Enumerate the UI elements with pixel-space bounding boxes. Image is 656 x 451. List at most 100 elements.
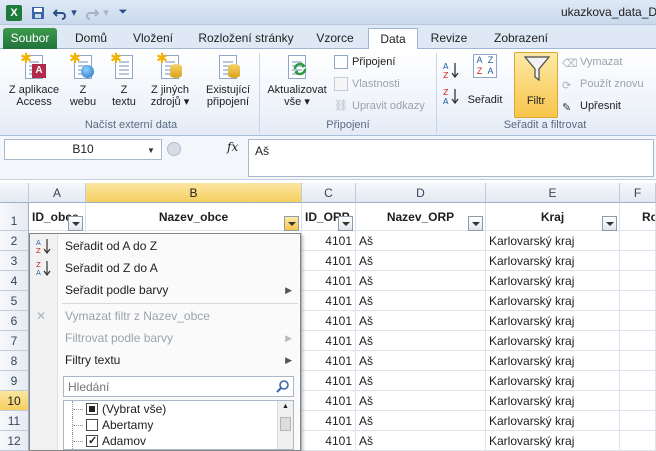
select-all-corner[interactable]	[0, 183, 29, 203]
from-other-sources-button[interactable]: ✱ Z jiných zdrojů ▾	[146, 51, 194, 108]
menu-sort-z-to-a[interactable]: ZA Seřadit od Z do A	[30, 257, 300, 279]
filter-dropdown-d[interactable]	[468, 216, 483, 231]
row-header[interactable]: 11	[0, 411, 29, 431]
cell-nazev-orp[interactable]: Aš	[356, 391, 486, 411]
row-header[interactable]: 1	[0, 203, 29, 231]
filter-button[interactable]: Filtr	[514, 52, 558, 118]
tab-file[interactable]: Soubor	[3, 28, 57, 49]
cell-kraj[interactable]: Karlovarský kraj	[486, 351, 620, 371]
cell-nazev-orp[interactable]: Aš	[356, 311, 486, 331]
insert-function-icon[interactable]: fx	[227, 140, 238, 154]
row-header[interactable]: 7	[0, 331, 29, 351]
name-box[interactable]: B10	[4, 139, 162, 160]
cell-f[interactable]	[620, 231, 656, 251]
column-header-b[interactable]: B	[86, 183, 302, 203]
cell-id-orp[interactable]: 4101	[302, 311, 356, 331]
row-header[interactable]: 9	[0, 371, 29, 391]
cell-kraj[interactable]: Karlovarský kraj	[486, 251, 620, 271]
cell-nazev-orp[interactable]: Aš	[356, 291, 486, 311]
cell-f[interactable]	[620, 271, 656, 291]
cell-nazev-orp[interactable]: Aš	[356, 431, 486, 451]
filter-dropdown-c[interactable]	[338, 216, 353, 231]
row-header[interactable]: 12	[0, 431, 29, 451]
cell-kraj[interactable]: Karlovarský kraj	[486, 391, 620, 411]
cell-id-orp[interactable]: 4101	[302, 371, 356, 391]
cell-kraj[interactable]: Karlovarský kraj	[486, 231, 620, 251]
undo-icon[interactable]	[52, 4, 68, 21]
row-header[interactable]: 8	[0, 351, 29, 371]
checkbox-checked[interactable]: ✓	[86, 435, 98, 447]
tab-home[interactable]: Domů	[66, 28, 116, 49]
menu-sort-by-color[interactable]: Seřadit podle barvy ▶	[30, 279, 300, 301]
cell-f[interactable]	[620, 331, 656, 351]
row-header[interactable]: 2	[0, 231, 29, 251]
tab-data[interactable]: Data	[368, 28, 418, 49]
header-cell-kraj[interactable]: Kraj	[486, 203, 620, 231]
tab-formulas[interactable]: Vzorce	[308, 28, 362, 49]
filter-list-item-select-all[interactable]: (Vybrat vše)	[64, 401, 269, 417]
sort-za-small-icon[interactable]: ZA	[442, 87, 460, 108]
sort-button[interactable]: AZZA Seřadit	[464, 52, 506, 106]
cell-nazev-orp[interactable]: Aš	[356, 411, 486, 431]
from-text-button[interactable]: ✱ Z textu	[104, 51, 144, 108]
from-web-button[interactable]: ✱ Z webu	[66, 51, 100, 108]
header-cell-nazev-orp[interactable]: Nazev_ORP	[356, 203, 486, 231]
menu-text-filters[interactable]: Filtry textu ▶	[30, 349, 300, 371]
cell-f[interactable]	[620, 391, 656, 411]
filter-list-item[interactable]: ✓ Adamov	[64, 433, 269, 449]
cell-kraj[interactable]: Karlovarský kraj	[486, 411, 620, 431]
cell-kraj[interactable]: Karlovarský kraj	[486, 291, 620, 311]
cell-kraj[interactable]: Karlovarský kraj	[486, 371, 620, 391]
cell-kraj[interactable]: Karlovarský kraj	[486, 271, 620, 291]
header-cell-nazev-obce[interactable]: Nazev_obce	[86, 203, 302, 231]
existing-connections-button[interactable]: Existující připojení	[200, 52, 256, 108]
cell-f[interactable]	[620, 411, 656, 431]
cell-f[interactable]	[620, 311, 656, 331]
cell-kraj[interactable]: Karlovarský kraj	[486, 331, 620, 351]
checkbox-unchecked[interactable]	[86, 419, 98, 431]
cell-id-orp[interactable]: 4101	[302, 351, 356, 371]
undo-dropdown-icon[interactable]: ▾	[70, 4, 78, 21]
from-access-button[interactable]: ✱ A Z aplikace Access	[4, 51, 64, 108]
cell-f[interactable]	[620, 351, 656, 371]
column-header-c[interactable]: C	[302, 183, 356, 203]
filter-list-item[interactable]: Abertamy	[64, 417, 269, 433]
cell-f[interactable]	[620, 371, 656, 391]
cell-id-orp[interactable]: 4101	[302, 411, 356, 431]
filter-search-input[interactable]	[64, 377, 269, 396]
cell-id-orp[interactable]: 4101	[302, 391, 356, 411]
tab-insert[interactable]: Vložení	[124, 28, 182, 49]
cell-nazev-orp[interactable]: Aš	[356, 231, 486, 251]
row-header[interactable]: 4	[0, 271, 29, 291]
column-header-a[interactable]: A	[29, 183, 86, 203]
row-header[interactable]: 3	[0, 251, 29, 271]
cell-id-orp[interactable]: 4101	[302, 271, 356, 291]
cell-id-orp[interactable]: 4101	[302, 291, 356, 311]
cell-nazev-orp[interactable]: Aš	[356, 271, 486, 291]
row-header[interactable]: 6	[0, 311, 29, 331]
filter-dropdown-b[interactable]	[284, 216, 299, 231]
column-header-f[interactable]: F	[620, 183, 656, 203]
cell-nazev-orp[interactable]: Aš	[356, 331, 486, 351]
refresh-all-button[interactable]: Aktualizovat vše ▾	[262, 52, 332, 108]
cell-f[interactable]	[620, 251, 656, 271]
filter-dropdown-e[interactable]	[602, 216, 617, 231]
column-header-d[interactable]: D	[356, 183, 486, 203]
header-cell-f[interactable]: Ro	[620, 203, 656, 231]
cell-nazev-orp[interactable]: Aš	[356, 371, 486, 391]
row-header[interactable]: 10	[0, 391, 29, 411]
scroll-thumb[interactable]	[280, 417, 291, 431]
cell-f[interactable]	[620, 431, 656, 451]
filter-dropdown-a[interactable]	[68, 216, 83, 231]
excel-app-icon[interactable]: X	[6, 5, 22, 21]
scroll-up-icon[interactable]: ▲	[280, 403, 291, 413]
cell-kraj[interactable]: Karlovarský kraj	[486, 431, 620, 451]
tab-view[interactable]: Zobrazení	[486, 28, 556, 49]
cell-f[interactable]	[620, 291, 656, 311]
cell-nazev-orp[interactable]: Aš	[356, 351, 486, 371]
cell-nazev-orp[interactable]: Aš	[356, 251, 486, 271]
cell-id-orp[interactable]: 4101	[302, 431, 356, 451]
connections-button[interactable]: Připojení	[334, 53, 395, 71]
tab-review[interactable]: Revize	[424, 28, 474, 49]
cell-id-orp[interactable]: 4101	[302, 231, 356, 251]
